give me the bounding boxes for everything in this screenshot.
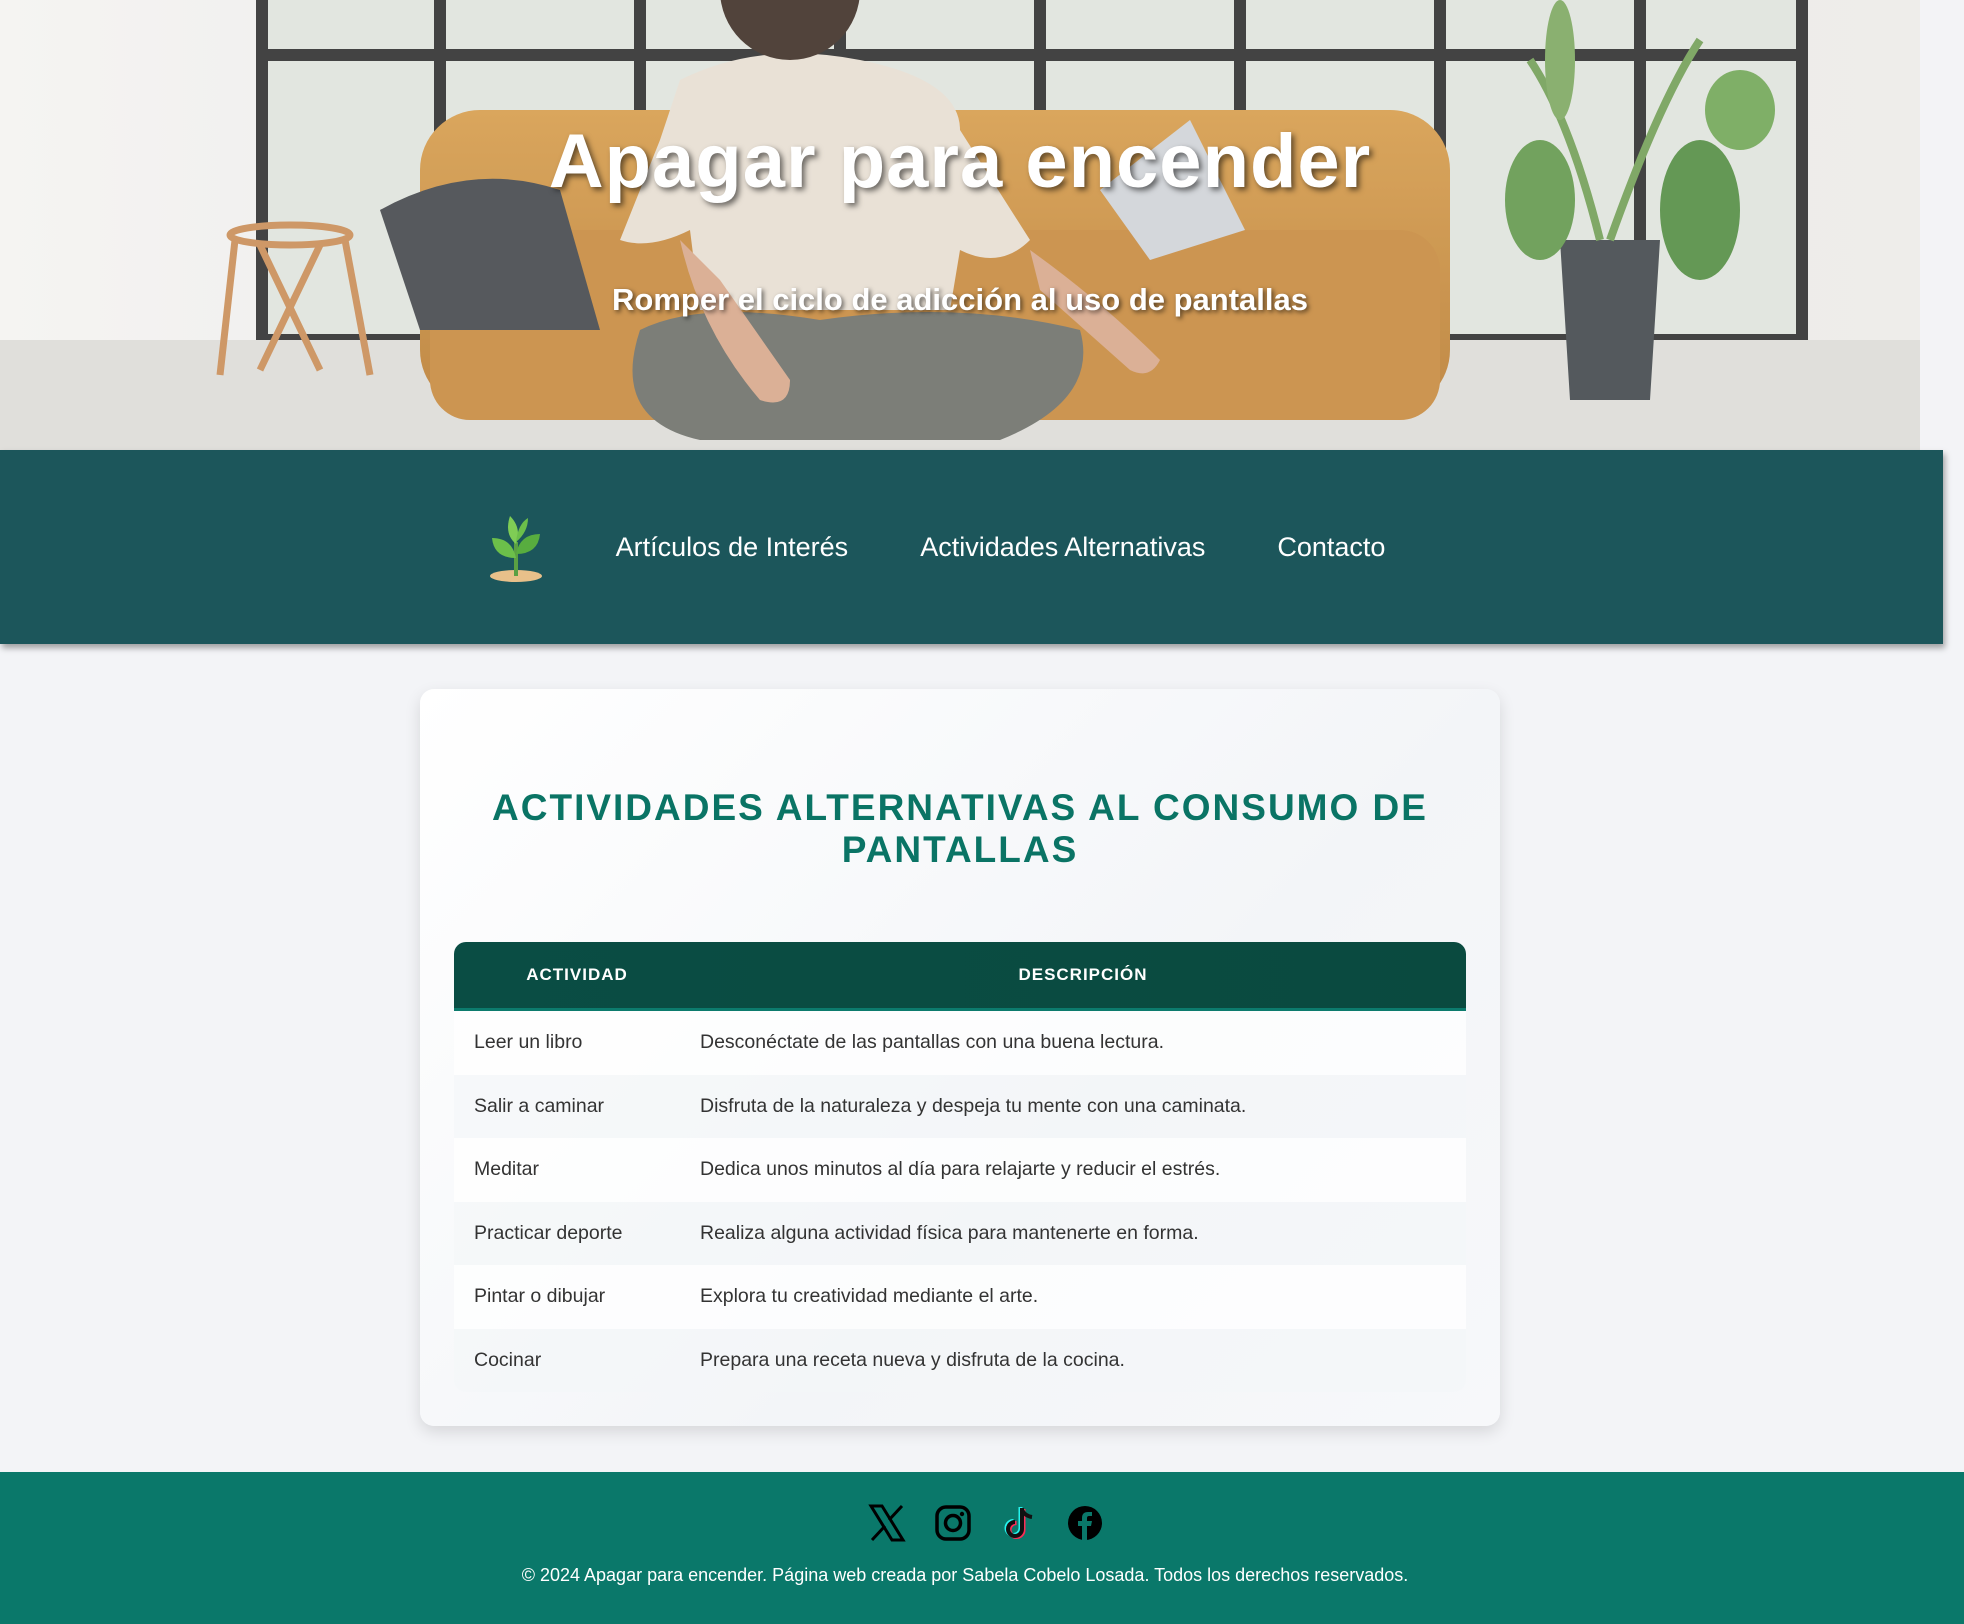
- table-row: Cocinar Prepara una receta nueva y disfr…: [454, 1328, 1466, 1392]
- activity-cell: Salir a caminar: [474, 1094, 605, 1117]
- activity-cell: Leer un libro: [474, 1031, 583, 1054]
- copyright-text: © 2024 Apagar para encender. Página web …: [521, 1565, 1409, 1585]
- column-header-description: DESCRIPCIÓN: [1018, 965, 1148, 984]
- description-cell: Explora tu creatividad mediante el arte.: [700, 1285, 1039, 1308]
- table-row: Leer un libro Desconéctate de las pantal…: [454, 1011, 1466, 1075]
- description-cell: Dedica unos minutos al día para relajart…: [700, 1158, 1221, 1181]
- hero-banner: Apagar para encender Romper el ciclo de …: [0, 0, 1920, 450]
- description-cell: Prepara una receta nueva y disfruta de l…: [700, 1348, 1125, 1371]
- hero-background-image: [0, 0, 1920, 450]
- activity-cell: Meditar: [474, 1158, 540, 1181]
- hero-title: Apagar para encender: [548, 119, 1372, 204]
- site-footer: © 2024 Apagar para encender. Página web …: [0, 1472, 1964, 1624]
- activity-cell: Practicar deporte: [474, 1221, 623, 1244]
- table-row: Practicar deporte Realiza alguna activid…: [454, 1201, 1466, 1265]
- instagram-icon[interactable]: [934, 1504, 972, 1542]
- social-links: [868, 1504, 1104, 1542]
- sprout-icon[interactable]: [488, 512, 544, 582]
- main-navigation: Artículos de Interés Actividades Alterna…: [0, 450, 1943, 644]
- table-header: ACTIVIDAD DESCRIPCIÓN: [454, 942, 1466, 1011]
- description-cell: Disfruta de la naturaleza y despeja tu m…: [700, 1094, 1247, 1117]
- table-row: Pintar o dibujar Explora tu creatividad …: [454, 1265, 1466, 1329]
- x-icon[interactable]: [868, 1504, 906, 1542]
- content-card: ACTIVIDADES ALTERNATIVAS AL CONSUMO DE P…: [420, 689, 1500, 1426]
- page-edge: [1920, 0, 1964, 450]
- page-title: ACTIVIDADES ALTERNATIVAS AL CONSUMO DE P…: [492, 787, 1428, 870]
- table-row: Salir a caminar Disfruta de la naturalez…: [454, 1074, 1466, 1138]
- tiktok-icon[interactable]: [1000, 1504, 1038, 1542]
- nav-link-contacto[interactable]: Contacto: [1277, 532, 1385, 563]
- column-header-activity: ACTIVIDAD: [526, 965, 628, 984]
- nav-link-articulos[interactable]: Artículos de Interés: [616, 532, 849, 563]
- activity-cell: Cocinar: [474, 1348, 542, 1371]
- description-cell: Desconéctate de las pantallas con una bu…: [700, 1031, 1164, 1054]
- nav-link-actividades[interactable]: Actividades Alternativas: [920, 532, 1205, 563]
- description-cell: Realiza alguna actividad física para man…: [700, 1221, 1199, 1244]
- table-row: Meditar Dedica unos minutos al día para …: [454, 1138, 1466, 1202]
- hero-subtitle: Romper el ciclo de adicción al uso de pa…: [612, 282, 1308, 317]
- activity-cell: Pintar o dibujar: [474, 1285, 606, 1308]
- facebook-icon[interactable]: [1066, 1504, 1104, 1542]
- activities-table: ACTIVIDAD DESCRIPCIÓN Leer un libro Desc…: [454, 942, 1466, 1392]
